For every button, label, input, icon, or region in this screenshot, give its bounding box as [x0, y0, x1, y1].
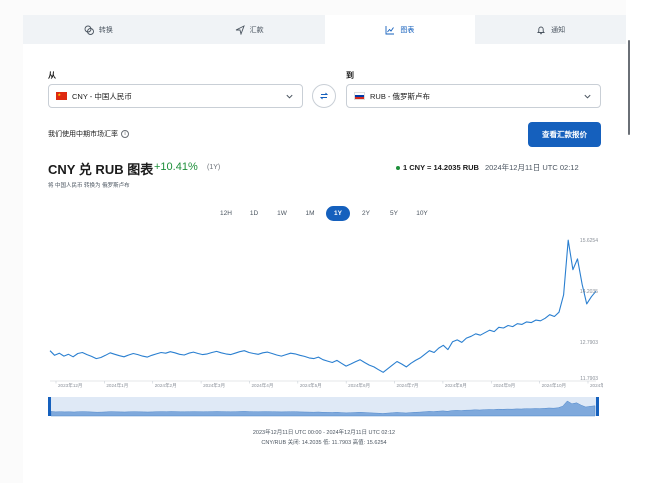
x-tick-label: 2024年6月 [348, 382, 370, 389]
from-currency-value: CNY - 中国人民币 [72, 91, 132, 101]
scrollbar-thumb[interactable] [628, 40, 630, 135]
x-tick-label: 2024年1月 [106, 382, 128, 389]
view-quote-button[interactable]: 查看汇款报价 [528, 122, 601, 147]
range-12h[interactable]: 12H [212, 206, 240, 221]
x-tick-label: 2024年9月 [493, 382, 515, 389]
range-1m[interactable]: 1M [296, 206, 324, 221]
range-1y[interactable]: 1Y [326, 206, 350, 221]
current-rate: 1 CNY = 14.2035 RUB 2024年12月11日 UTC 02:1… [396, 162, 579, 173]
chevron-down-icon [584, 94, 591, 99]
tab-send-label: 汇款 [249, 26, 264, 34]
chart-change: +10.41% [154, 161, 198, 173]
convert-icon [84, 25, 94, 35]
russia-flag-icon [354, 92, 365, 100]
rate-timestamp: 2024年12月11日 UTC 02:12 [484, 163, 579, 172]
navigator-right-handle [596, 397, 599, 416]
rate-chart[interactable]: 15.625414.203512.790311.79032023年12月 2024… [48, 228, 603, 420]
x-tick-label: 2024年8月 [445, 382, 467, 389]
x-tick-label: 2024年2月 [155, 382, 177, 389]
navigator-left-handle [48, 397, 51, 416]
chart-period: (1Y) [207, 164, 221, 171]
tab-convert-label: 转换 [98, 26, 113, 34]
range-2y[interactable]: 2Y [352, 206, 380, 221]
range-1w[interactable]: 1W [268, 206, 296, 221]
x-tick-label: 2023年12月 [58, 382, 83, 389]
swap-icon [319, 92, 329, 100]
x-tick-label: 2024年10月 [542, 382, 567, 389]
chart-title: CNY 兑 RUB 图表 [48, 162, 154, 177]
swap-currencies-button[interactable] [312, 84, 336, 108]
x-tick-label: 2024年4月 [251, 382, 273, 389]
tab-convert[interactable]: 转换 [23, 15, 174, 44]
chart-icon [385, 25, 395, 34]
to-currency-select[interactable]: RUB - 俄罗斯卢布 [346, 84, 601, 108]
bell-icon [537, 26, 546, 34]
china-flag-icon: ★ [56, 92, 67, 100]
to-label: 到 [346, 71, 354, 80]
mid-market-note: 我们使用中期市场汇率 i [48, 129, 129, 139]
chevron-down-icon [286, 94, 293, 99]
from-label: 从 [48, 71, 56, 80]
tab-bar: 转换 汇款 图表 通知 [23, 15, 626, 44]
x-tick-label: 2024年7月 [397, 382, 419, 389]
range-selector: 12H 1D 1W 1M 1Y 2Y 5Y 10Y [212, 206, 436, 221]
chart-stats-text: CNY/RUB 关闭: 14.2035 低: 11.7903 高值: 15.62… [261, 440, 387, 446]
range-1d[interactable]: 1D [240, 206, 268, 221]
from-currency-select[interactable]: ★ CNY - 中国人民币 [48, 84, 303, 108]
tab-alerts-label: 通知 [551, 26, 566, 34]
chart-subtitle: 将 中国人民币 转换为 俄罗斯卢布 [48, 183, 130, 189]
send-icon [235, 24, 245, 35]
y-tick-label: 14.2035 [580, 289, 598, 295]
mid-market-text: 我们使用中期市场汇率 [48, 131, 118, 138]
tab-charts-label: 图表 [400, 26, 415, 34]
y-tick-label: 15.6254 [580, 238, 598, 244]
tab-send[interactable]: 汇款 [174, 15, 325, 44]
rate-line [49, 239, 597, 373]
x-tick-label: 2024年5月 [300, 382, 322, 389]
x-tick-label: 2024年12月 [590, 382, 603, 389]
tab-charts[interactable]: 图表 [324, 15, 476, 44]
chart-range-text: 2023年12月11日 UTC 00:00 - 2024年12月11日 UTC … [252, 430, 396, 436]
info-icon[interactable]: i [121, 130, 129, 138]
y-tick-label: 12.7903 [580, 340, 598, 346]
range-5y[interactable]: 5Y [380, 206, 408, 221]
current-rate-value: 1 CNY = 14.2035 RUB [403, 163, 479, 172]
range-10y[interactable]: 10Y [408, 206, 436, 221]
live-dot-icon [396, 165, 400, 170]
x-tick-label: 2024年3月 [203, 382, 225, 389]
to-currency-value: RUB - 俄罗斯卢布 [370, 91, 430, 101]
tab-alerts[interactable]: 通知 [475, 15, 626, 44]
